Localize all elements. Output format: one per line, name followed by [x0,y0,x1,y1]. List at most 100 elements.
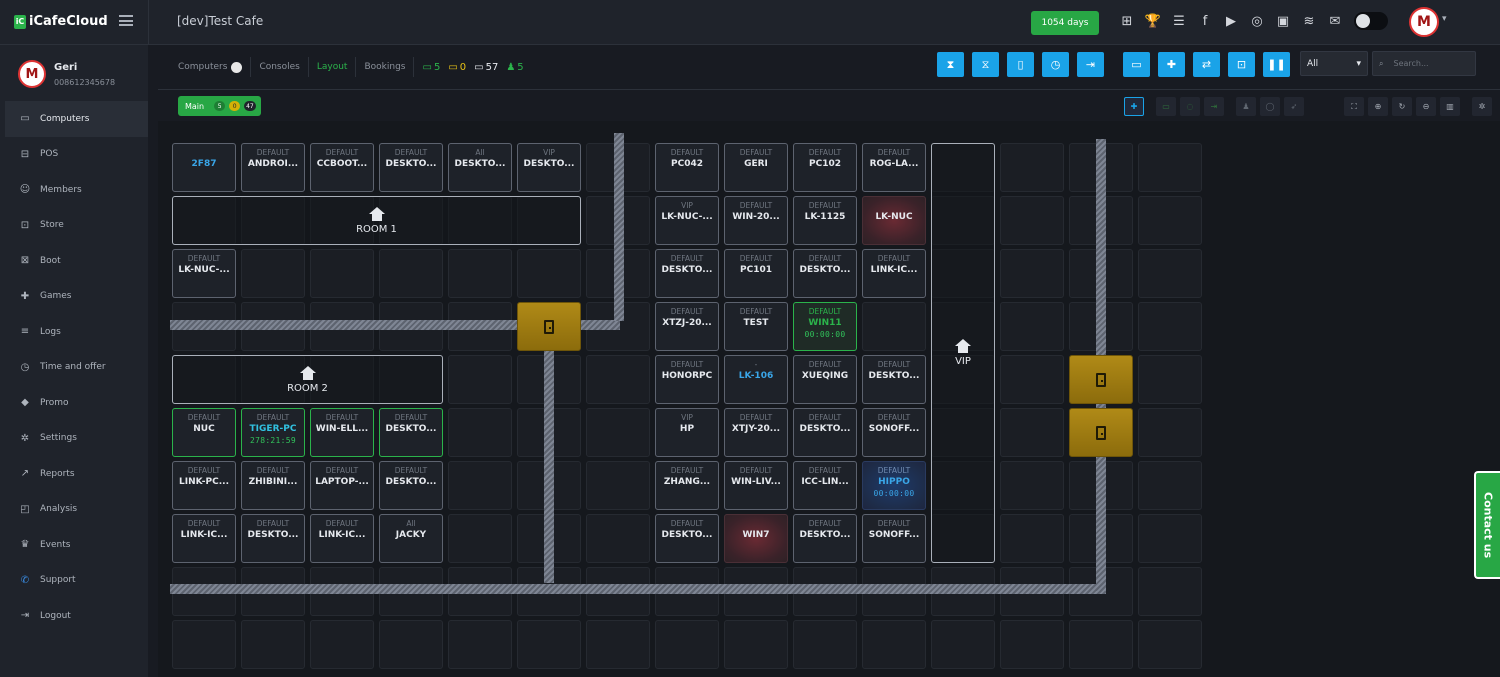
door-marker[interactable] [1069,355,1133,404]
group-filter-select[interactable]: All ▾ [1300,51,1368,76]
tab-consoles[interactable]: Consoles [251,57,309,77]
room-2-area[interactable]: ROOM 2 [172,355,443,404]
sidebar-item-support[interactable]: ✆ Support [5,563,148,599]
tab-computers[interactable]: Computers [170,57,252,77]
computer-tile[interactable]: DEFAULT LINK-IC... [172,514,236,563]
computer-tile[interactable]: VIP LK-NUC-... [655,196,719,245]
grid-cell[interactable] [310,249,374,298]
grid-cell[interactable] [517,249,581,298]
sidebar-item-promo[interactable]: ◆ Promo [5,385,148,421]
computer-tile[interactable]: DEFAULT DESKTO... [793,514,857,563]
computer-tile[interactable]: DEFAULT XUEQING [793,355,857,404]
vip-area[interactable]: VIP [931,143,995,563]
grid-cell[interactable] [1000,249,1064,298]
grid-cell[interactable] [310,620,374,669]
contact-us-button[interactable]: Contact us [1474,471,1500,579]
computer-tile[interactable]: DEFAULT TEST [724,302,788,351]
app-logo[interactable]: iC iCafeCloud [14,14,108,29]
computer-tile[interactable]: DEFAULT LINK-PC... [172,461,236,510]
grid-cell[interactable] [172,620,236,669]
fit-screen-tool[interactable]: ⛶ [1344,97,1364,116]
trophy-icon[interactable]: 🏆 [1144,12,1162,30]
grid-cell[interactable] [793,620,857,669]
computer-tile[interactable]: DEFAULT DESKTO... [793,249,857,298]
grid-cell[interactable] [1138,620,1202,669]
chevron-down-icon[interactable]: ▾ [1442,14,1447,24]
computer-tile[interactable]: DEFAULT DESKTO... [241,514,305,563]
computer-tile[interactable]: DEFAULT TIGER-PC 278:21:59 [241,408,305,457]
network-icon[interactable]: ⊞ [1118,12,1136,30]
theme-toggle[interactable] [1354,12,1388,30]
delete-tool[interactable]: ▥ [1440,97,1460,116]
layout-canvas[interactable]: ROOM 1 ROOM 2 VIP 2F87 DEFAULT ANDROI... DEFAU… [158,121,1500,677]
globe-icon[interactable]: ◎ [1248,12,1266,30]
grid-cell[interactable] [586,355,650,404]
grid-cell[interactable] [1138,514,1202,563]
grid-cell[interactable] [1000,143,1064,192]
refresh-tool[interactable]: ↻ [1392,97,1412,116]
grid-cell[interactable] [448,408,512,457]
logo-wings-icon[interactable]: ≋ [1300,12,1318,30]
computer-tile[interactable]: DEFAULT ZHIBINI... [241,461,305,510]
grid-cell[interactable] [1000,461,1064,510]
computer-tile[interactable]: DEFAULT PC101 [724,249,788,298]
computer-tile[interactable]: DEFAULT WIN-ELL... [310,408,374,457]
grid-cell[interactable] [1138,302,1202,351]
computer-tile[interactable]: DEFAULT LINK-IC... [310,514,374,563]
grid-cell[interactable] [1000,408,1064,457]
rss-icon[interactable]: ☰ [1170,12,1188,30]
computer-tile[interactable]: DEFAULT ZHANG... [655,461,719,510]
grid-cell[interactable] [1000,514,1064,563]
computer-tile[interactable]: DEFAULT ANDROI... [241,143,305,192]
grid-cell[interactable] [931,620,995,669]
computer-tile[interactable]: DEFAULT CCBOOT... [310,143,374,192]
computer-tile[interactable]: DEFAULT DESKTO... [379,461,443,510]
grid-cell[interactable] [1138,461,1202,510]
computer-tile[interactable]: 2F87 [172,143,236,192]
computer-tile[interactable]: DEFAULT XTZJ-20... [655,302,719,351]
computer-tile[interactable]: DEFAULT PC042 [655,143,719,192]
grid-cell[interactable] [586,461,650,510]
sidebar-item-computers[interactable]: ▭ Computers [5,101,148,137]
grid-cell[interactable] [379,620,443,669]
sidebar-item-boot[interactable]: ⊠ Boot [5,243,148,279]
grid-cell[interactable] [448,355,512,404]
grid-cell[interactable] [586,620,650,669]
sidebar-item-games[interactable]: ✚ Games [5,279,148,315]
license-days-button[interactable]: 1054 days [1031,11,1099,35]
computer-tile[interactable]: DEFAULT NUC [172,408,236,457]
computer-tile[interactable]: DEFAULT DESKTO... [655,249,719,298]
sidebar-item-reports[interactable]: ↗ Reports [5,456,148,492]
mail-icon[interactable]: ✉ [1326,12,1344,30]
computer-tile[interactable]: DEFAULT ROG-LA... [862,143,926,192]
computer-tile[interactable]: - LK-106 [724,355,788,404]
grid-cell[interactable] [586,514,650,563]
computer-tile[interactable]: VIP DESKTO... [517,143,581,192]
sidebar-item-settings[interactable]: ✲ Settings [5,421,148,457]
grid-cell[interactable] [1138,143,1202,192]
computer-tile[interactable]: DEFAULT LINK-IC... [862,249,926,298]
door-marker[interactable] [517,302,581,351]
sidebar-item-logs[interactable]: ≡ Logs [5,314,148,350]
computer-tile[interactable]: All DESKTO... [448,143,512,192]
grid-cell[interactable] [724,620,788,669]
settings-tool[interactable]: ✲ [1472,97,1492,116]
computer-tile[interactable]: DEFAULT SONOFF... [862,408,926,457]
rocket-tool[interactable]: ➶ [1284,97,1304,116]
search-input[interactable] [1393,59,1464,68]
computer-tile[interactable]: DEFAULT DESKTO... [793,408,857,457]
grid-cell[interactable] [1000,196,1064,245]
grid-cell[interactable] [448,514,512,563]
computer-tile[interactable]: DEFAULT HONORPC [655,355,719,404]
sidebar-item-members[interactable]: ☺ Members [5,172,148,208]
computer-tile[interactable]: LK-NUC [862,196,926,245]
zone-tab-main[interactable]: Main 5 0 47 [178,96,261,116]
sidebar-item-events[interactable]: ♛ Events [5,527,148,563]
grid-cell[interactable] [862,620,926,669]
room-1-area[interactable]: ROOM 1 [172,196,581,245]
grid-cell[interactable] [448,461,512,510]
power-tool[interactable]: ◌ [1180,97,1200,116]
grid-cell[interactable] [1138,567,1202,616]
grid-cell[interactable] [1000,302,1064,351]
computer-tile[interactable]: DEFAULT LK-NUC-... [172,249,236,298]
